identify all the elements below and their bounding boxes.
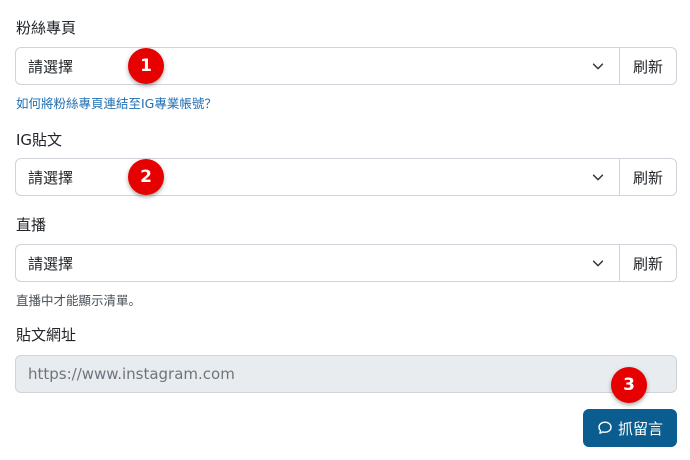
ig-post-label: IG貼文 — [16, 131, 63, 149]
fan-page-label: 粉絲專頁 — [16, 19, 77, 37]
fetch-comments-label: 抓留言 — [617, 419, 663, 438]
post-url-label: 貼文網址 — [16, 326, 77, 344]
chevron-down-icon — [592, 63, 604, 70]
ig-post-refresh-button[interactable]: 刷新 — [619, 158, 677, 196]
fan-page-input-group: 請選擇 刷新 — [15, 47, 677, 85]
step-marker-2: 2 — [128, 159, 164, 195]
ig-post-select[interactable]: 請選擇 — [15, 158, 619, 196]
step-marker-3: 3 — [611, 367, 647, 403]
live-select[interactable]: 請選擇 — [15, 244, 619, 282]
chat-bubble-icon — [598, 421, 612, 434]
post-url-placeholder: https://www.instagram.com — [28, 365, 235, 383]
fan-page-select-value: 請選擇 — [28, 57, 74, 76]
live-select-value: 請選擇 — [28, 254, 74, 273]
page: 粉絲專頁 請選擇 刷新 如何將粉絲專頁連結至IG專業帳號？ IG貼文 請選擇 刷… — [0, 0, 690, 460]
fan-page-refresh-button[interactable]: 刷新 — [619, 47, 677, 85]
chevron-down-icon — [592, 260, 604, 267]
live-label: 直播 — [16, 216, 47, 234]
ig-post-input-group: 請選擇 刷新 — [15, 158, 677, 196]
post-url-input[interactable]: https://www.instagram.com — [15, 355, 677, 393]
ig-post-select-value: 請選擇 — [28, 168, 74, 187]
fetch-comments-button[interactable]: 抓留言 — [583, 409, 677, 447]
live-input-group: 請選擇 刷新 — [15, 244, 677, 282]
fan-page-select[interactable]: 請選擇 — [15, 47, 619, 85]
step-marker-1: 1 — [128, 48, 164, 84]
live-help-text: 直播中才能顯示清單。 — [16, 293, 142, 308]
chevron-down-icon — [592, 174, 604, 181]
live-refresh-button[interactable]: 刷新 — [619, 244, 677, 282]
fan-page-help-link[interactable]: 如何將粉絲專頁連結至IG專業帳號？ — [16, 93, 217, 112]
